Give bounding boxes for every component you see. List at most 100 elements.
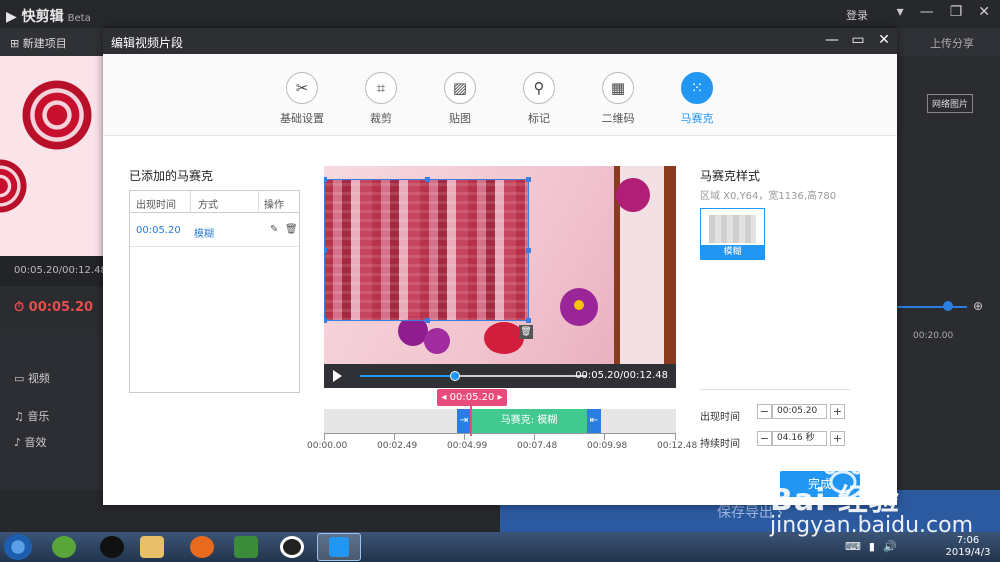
watermark-line2: jingyan.baidu.com: [770, 513, 974, 538]
keyboard-icon[interactable]: ⌨: [845, 540, 861, 553]
app-beta: Beta: [67, 13, 91, 24]
menu-icon[interactable]: ▾: [897, 4, 904, 20]
region-info: 区域 X0,Y64，宽1136,高780: [700, 191, 837, 202]
progress-knob[interactable]: [449, 371, 460, 381]
system-clock[interactable]: 7:06 2019/4/3: [942, 535, 994, 559]
resize-handle[interactable]: [324, 248, 327, 253]
resize-handle[interactable]: [526, 318, 531, 323]
heart-balloon: [484, 322, 524, 354]
style-option-blur[interactable]: 模糊: [700, 208, 765, 260]
resize-handle[interactable]: [324, 177, 327, 182]
new-project-button[interactable]: ⊞ 新建项目: [10, 35, 67, 51]
upload-share-button[interactable]: 上传分享: [930, 35, 974, 51]
minimize-icon[interactable]: —: [920, 4, 934, 20]
ruler-tick-label: 00:12.48: [657, 441, 698, 451]
appear-time-minus[interactable]: −: [757, 404, 772, 419]
network-image-button[interactable]: 网络图片: [927, 94, 974, 113]
play-icon[interactable]: [333, 370, 342, 382]
video-preview[interactable]: 🗑: [324, 166, 676, 364]
zoom-slider-knob[interactable]: [943, 301, 953, 311]
mosaic-selection-box[interactable]: [324, 177, 531, 323]
ruler-tick: [324, 434, 325, 440]
mosaic-style-title: 马赛克样式: [700, 169, 761, 183]
clock-date: 2019/4/3: [945, 547, 991, 558]
zoom-slider[interactable]: [897, 306, 967, 308]
play-logo-icon: ▶: [6, 9, 17, 25]
ruler-tick: [394, 434, 395, 440]
dialog-title: 编辑视频片段: [111, 36, 184, 50]
battery-icon[interactable]: ▮: [869, 540, 875, 553]
start-button-icon[interactable]: [4, 534, 32, 560]
kuaijianji-taskbar-button[interactable]: [317, 533, 361, 561]
dialog-maximize-icon[interactable]: ▭: [849, 32, 867, 48]
dialog-close-icon[interactable]: ✕: [875, 32, 893, 48]
app-logo: ▶ 快剪辑 Beta: [6, 6, 91, 26]
row-time: 00:05.20: [136, 225, 181, 236]
resize-handle[interactable]: [425, 318, 430, 323]
added-mosaic-title: 已添加的马赛克: [129, 169, 214, 183]
tab-label: 标记: [528, 112, 550, 125]
record-icon[interactable]: [280, 536, 304, 558]
appear-time-plus[interactable]: +: [830, 404, 845, 419]
firefox-icon[interactable]: [190, 536, 214, 558]
col-header-method: 方式: [198, 200, 218, 211]
music-track-label: ♫ 音乐: [14, 410, 50, 423]
appear-time-input[interactable]: 00:05.20: [772, 404, 827, 419]
app-window-controls: ▾ — ❐ ✕: [897, 4, 990, 20]
media-app-icon[interactable]: [234, 536, 258, 558]
delete-mosaic-icon[interactable]: 🗑: [519, 325, 533, 339]
time-readout: 00:05.20/00:12.48: [575, 370, 668, 381]
tab-basic-settings[interactable]: ✂ 基础设置: [267, 72, 337, 126]
tab-sticker[interactable]: ▨ 贴图: [425, 72, 495, 126]
blur-thumbnail: [709, 215, 756, 243]
ie-browser-icon[interactable]: [52, 536, 76, 558]
zoom-in-icon[interactable]: ⊕: [973, 299, 983, 313]
video-track-label: ▭ 视频: [14, 372, 50, 385]
playback-progress[interactable]: [360, 371, 586, 381]
duration-minus[interactable]: −: [757, 431, 772, 446]
tab-qrcode[interactable]: ▦ 二维码: [583, 72, 653, 126]
clip-start-handle[interactable]: ⇥: [457, 409, 471, 433]
login-link[interactable]: 登录: [846, 7, 868, 23]
current-time-marker[interactable]: ◂ 00:05.20 ▸: [437, 389, 507, 406]
progress-fill: [360, 375, 455, 377]
dialog-minimize-icon[interactable]: —: [823, 32, 841, 48]
maximize-icon[interactable]: ❐: [950, 4, 963, 20]
current-time-marker-label: 00:05.20: [449, 392, 495, 403]
resize-handle[interactable]: [425, 177, 430, 182]
row-method: 模糊: [194, 229, 214, 240]
volume-icon[interactable]: 🔊: [883, 540, 897, 553]
delete-icon[interactable]: 🗑: [285, 224, 298, 235]
app-current-time: ⏱ 00:05.20: [14, 300, 94, 315]
ruler-tick: [534, 434, 535, 440]
tool-tabs: ✂ 基础设置 ⌗ 裁剪 ▨ 贴图 ⚲ 标记 ▦ 二维码 ⁙ 马赛克: [103, 54, 897, 136]
resize-handle[interactable]: [526, 248, 531, 253]
ruler-tick: [604, 434, 605, 440]
table-row[interactable]: 00:05.20 模糊 ✎ 🗑: [130, 213, 299, 247]
appear-time-label: 出现时间: [700, 412, 740, 423]
dialog-title-bar: 编辑视频片段: [103, 28, 897, 54]
ruler-tick-label: 00:09.98: [587, 441, 628, 451]
new-project-label: 新建项目: [22, 37, 67, 50]
resize-handle[interactable]: [324, 318, 327, 323]
tab-mosaic[interactable]: ⁙ 马赛克: [662, 72, 732, 126]
mosaic-clip[interactable]: 马赛克: 模糊: [471, 409, 587, 433]
paper-cut-decoration: [0, 156, 30, 216]
app-current-time-row: ⏱ 00:05.20: [0, 286, 103, 330]
folder-icon[interactable]: [140, 536, 164, 558]
resize-handle[interactable]: [526, 177, 531, 182]
tab-crop[interactable]: ⌗ 裁剪: [346, 72, 416, 126]
qq-icon[interactable]: [100, 536, 124, 558]
edit-icon[interactable]: ✎: [270, 224, 278, 235]
mosaic-timeline-track[interactable]: ⇥ 马赛克: 模糊 ⇤: [324, 406, 676, 436]
clip-end-handle[interactable]: ⇤: [587, 409, 601, 433]
close-icon[interactable]: ✕: [978, 4, 990, 20]
ruler-tick-label: 00:02.49: [377, 441, 418, 451]
duration-input[interactable]: 04.16 秒: [772, 431, 827, 446]
duration-label: 持续时间: [700, 439, 740, 450]
app-track-panel: ▭ 视频 ♫ 音乐 ♪ 音效: [0, 330, 103, 490]
duration-plus[interactable]: +: [830, 431, 845, 446]
tab-marker[interactable]: ⚲ 标记: [504, 72, 574, 126]
ruler-tick: [675, 434, 676, 440]
app-current-time-value: 00:05.20: [28, 300, 94, 315]
